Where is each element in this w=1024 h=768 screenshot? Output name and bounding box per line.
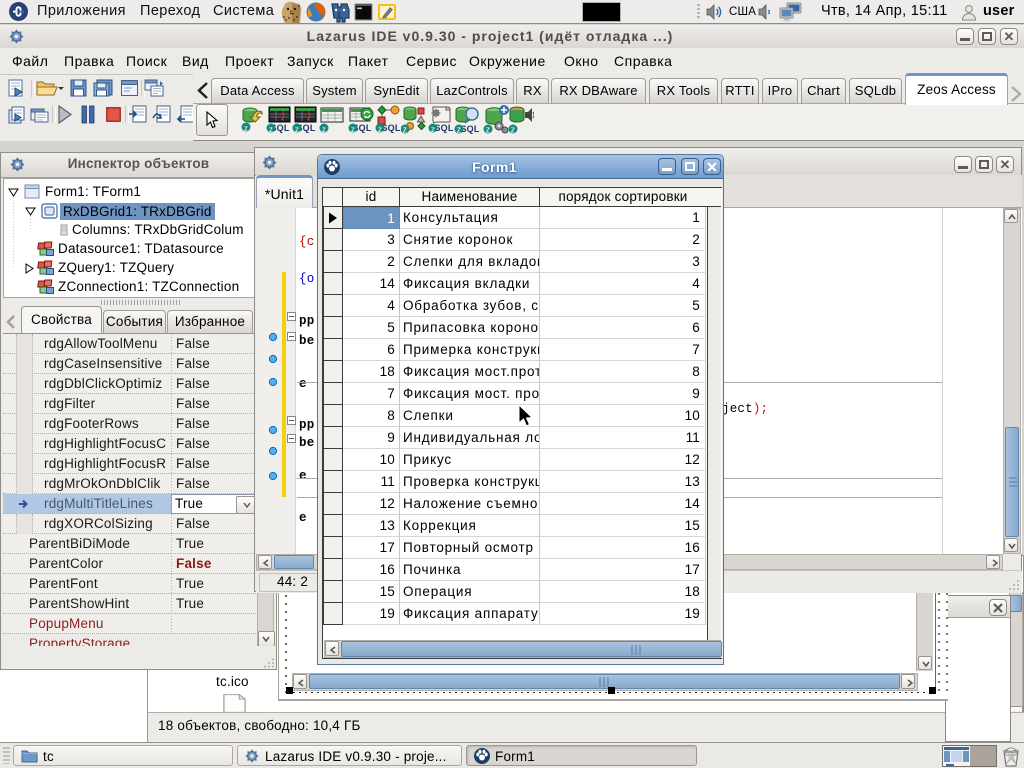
svg-text:z: z bbox=[322, 125, 326, 134]
svg-text:?: ? bbox=[279, 112, 285, 123]
svg-text:z: z bbox=[403, 125, 408, 135]
svg-text:z: z bbox=[244, 124, 248, 133]
svg-text:z: z bbox=[511, 125, 516, 135]
svg-text:z: z bbox=[457, 125, 462, 135]
svg-text:?: ? bbox=[305, 112, 311, 123]
svg-text:z: z bbox=[378, 125, 382, 134]
svg-text:z: z bbox=[486, 125, 491, 135]
svg-text:z: z bbox=[431, 125, 435, 134]
svg-text:z: z bbox=[295, 125, 299, 134]
svg-text:z: z bbox=[269, 125, 273, 134]
svg-text:z: z bbox=[351, 125, 355, 134]
